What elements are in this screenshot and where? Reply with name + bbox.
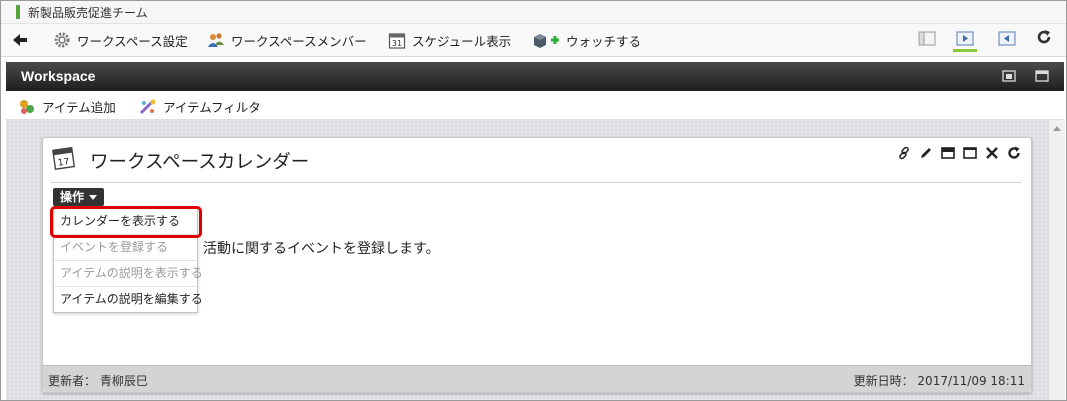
- operation-menu: カレンダーを表示する イベントを登録する アイテムの説明を表示する アイテムの説…: [53, 208, 203, 313]
- maximize-portlet-icon[interactable]: [963, 146, 977, 160]
- users-icon: [207, 31, 225, 49]
- item-filter-label: アイテムフィルタ: [163, 100, 261, 115]
- title-strip: 新製品販売促進チーム: [1, 1, 1066, 24]
- updated-by: 更新者： 青柳辰巳: [48, 374, 148, 388]
- window-title: 新製品販売促進チーム: [28, 6, 148, 20]
- refresh-icon[interactable]: [1007, 146, 1021, 160]
- restore-icon[interactable]: [1002, 70, 1016, 82]
- maximize-icon[interactable]: [1035, 70, 1049, 82]
- watch-label: ウォッチする: [566, 33, 642, 49]
- schedule-view-button[interactable]: 31 スケジュール表示: [388, 30, 511, 50]
- link-icon[interactable]: [897, 146, 911, 160]
- workspace-action-bar: アイテム追加 アイテムフィルタ: [6, 91, 1064, 120]
- menu-item-register-event: イベントを登録する: [54, 235, 197, 261]
- add-item-button[interactable]: アイテム追加: [18, 97, 116, 116]
- layout-left-icon[interactable]: [995, 29, 1019, 51]
- caret-down-icon: [89, 195, 98, 200]
- scroll-up-icon[interactable]: [1053, 126, 1061, 131]
- updated-at: 更新日時： 2017/11/09 18:11: [853, 374, 1025, 388]
- back-arrow-icon[interactable]: [11, 30, 29, 50]
- item-filter-button[interactable]: アイテムフィルタ: [139, 97, 261, 116]
- menu-item-edit-description[interactable]: アイテムの説明を編集する: [54, 287, 203, 312]
- portlet-description: 活動に関するイベントを登録します。: [203, 241, 440, 257]
- title-mark-icon: [16, 5, 20, 19]
- portlet-tools: [897, 146, 1021, 160]
- operation-dropdown-button[interactable]: 操作: [53, 188, 105, 206]
- workspace-settings-button[interactable]: ワークスペース設定: [53, 30, 188, 50]
- calendar-portlet-icon: 17: [51, 144, 77, 172]
- close-icon[interactable]: [985, 146, 999, 160]
- layout-right-icon[interactable]: [953, 29, 977, 52]
- gear-icon: [53, 31, 71, 49]
- add-item-icon: [18, 98, 36, 116]
- workspace-title: Workspace: [21, 68, 96, 84]
- add-item-label: アイテム追加: [42, 100, 116, 115]
- workspace-settings-label: ワークスペース設定: [77, 33, 188, 49]
- calendar-icon: 31: [388, 31, 406, 49]
- menu-item-show-calendar[interactable]: カレンダーを表示する: [54, 209, 197, 235]
- watch-button[interactable]: ウォッチする: [532, 30, 641, 50]
- portlet-footer: 更新者： 青柳辰巳 更新日時： 2017/11/09 18:11: [43, 365, 1031, 392]
- layout-single-icon[interactable]: [915, 29, 939, 51]
- svg-text:31: 31: [392, 39, 402, 48]
- svg-text:17: 17: [57, 157, 70, 168]
- toolbar: ワークスペース設定 ワークスペースメンバー 31 スケジュール表示 ウォッチする: [1, 24, 1066, 57]
- menu-item-show-description: アイテムの説明を表示する: [54, 261, 203, 287]
- portlet-divider: [51, 182, 1021, 183]
- portlet-title: ワークスペースカレンダー: [90, 152, 310, 173]
- workspace-members-label: ワークスペースメンバー: [231, 33, 367, 49]
- operation-label: 操作: [60, 190, 85, 204]
- watch-add-icon: [532, 31, 560, 49]
- schedule-view-label: スケジュール表示: [412, 33, 512, 49]
- reload-icon[interactable]: [1034, 29, 1054, 49]
- workspace-members-button[interactable]: ワークスペースメンバー: [207, 30, 367, 50]
- filter-icon: [139, 98, 157, 116]
- app-frame: 新製品販売促進チーム ワークスペース設定 ワークスペースメンバー 31 スケジュ…: [0, 0, 1067, 401]
- edit-pencil-icon[interactable]: [919, 146, 933, 160]
- minimize-icon[interactable]: [941, 146, 955, 160]
- workspace-header: Workspace: [6, 62, 1064, 91]
- calendar-portlet: 17 ワークスペースカレンダー 操作 活動に関するイベントを登録します。 カレン…: [42, 137, 1032, 393]
- vertical-scrollbar[interactable]: [1048, 120, 1065, 400]
